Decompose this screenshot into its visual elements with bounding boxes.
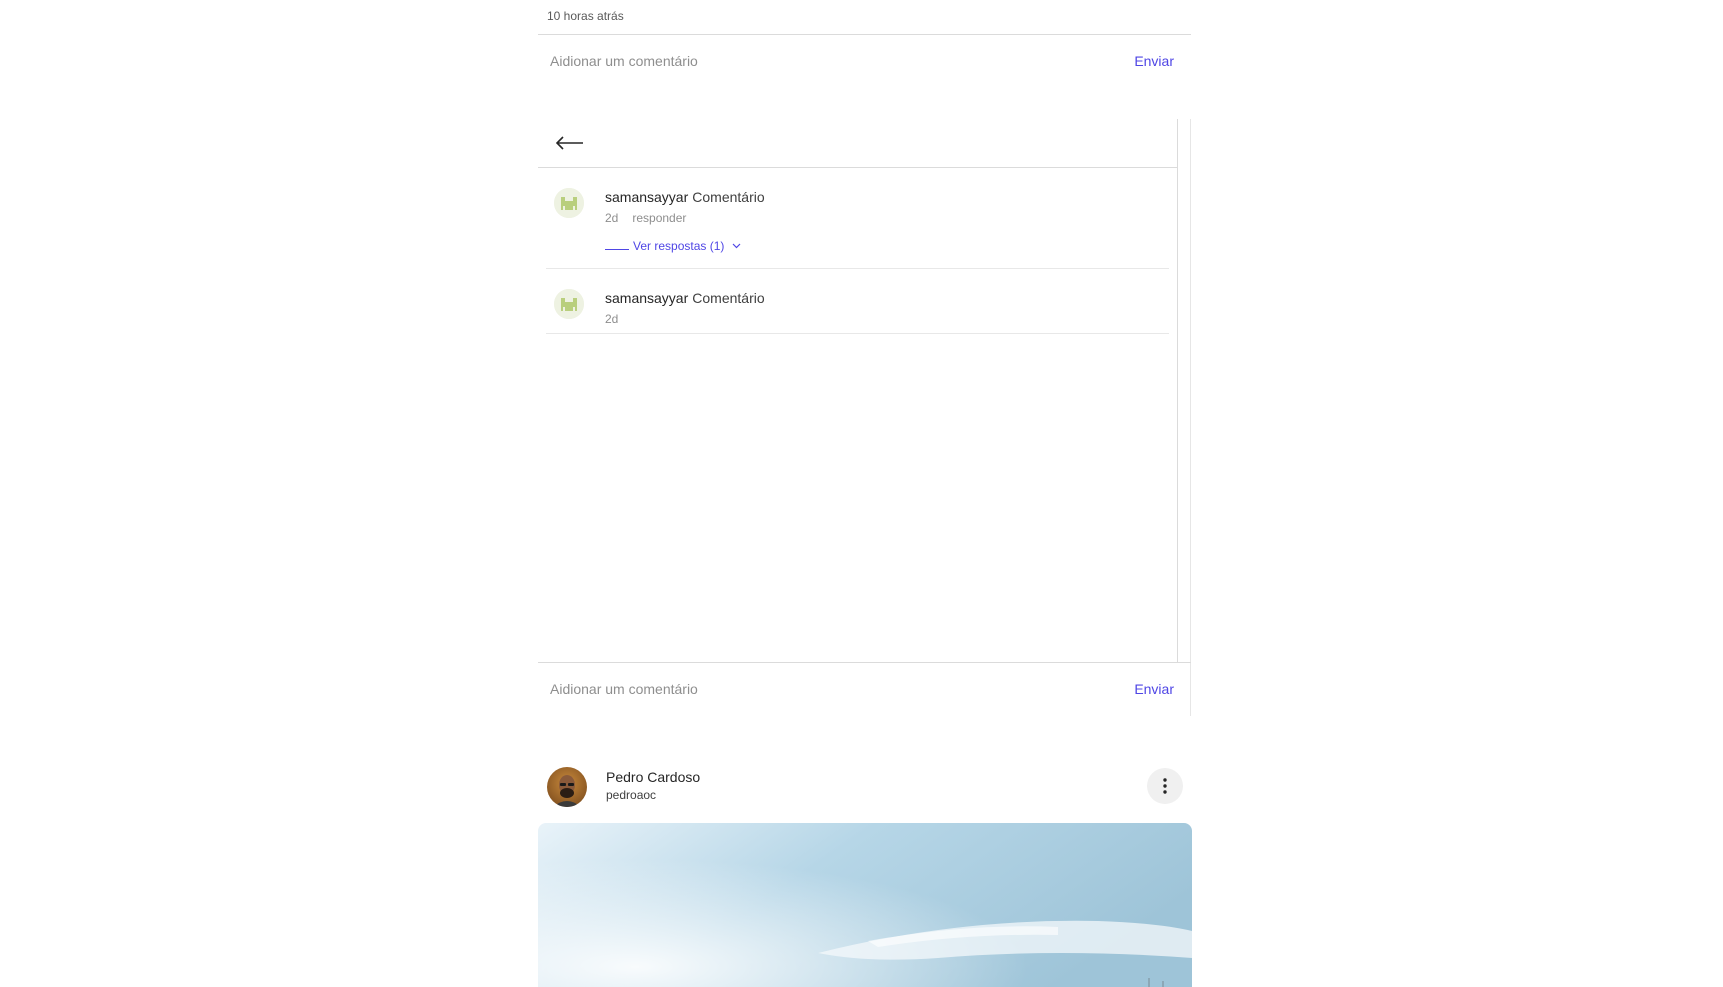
vertical-dots-icon xyxy=(1163,778,1167,794)
comments-list-container: samansayyar Comentário 2d responder Ver re… xyxy=(538,119,1178,662)
avatar[interactable] xyxy=(554,289,584,319)
comment-item: samansayyar Comentário 2d xyxy=(546,269,1169,334)
post-timestamp: 10 horas atrás xyxy=(547,9,624,23)
comment-username[interactable]: samansayyar xyxy=(605,290,688,306)
author-handle[interactable]: pedroaoc xyxy=(606,788,656,802)
comments-panel-header xyxy=(538,119,1177,168)
view-replies-button[interactable]: Ver respostas (1) xyxy=(605,239,741,253)
arrow-left-icon xyxy=(556,136,583,150)
comment-age: 2d xyxy=(605,312,619,326)
view-replies-label: Ver respostas (1) xyxy=(633,239,725,253)
more-options-button[interactable] xyxy=(1147,768,1183,804)
comment-input[interactable] xyxy=(550,680,1030,697)
feed: 10 horas atrás Enviar xyxy=(0,0,1723,987)
comments-panel: samansayyar Comentário 2d responder Ver re… xyxy=(538,119,1191,716)
send-button[interactable]: Enviar xyxy=(1134,53,1174,69)
add-comment-bar: Enviar xyxy=(538,34,1191,86)
comment-text: Comentário xyxy=(692,189,765,205)
comment-input[interactable] xyxy=(550,52,1030,69)
post-image[interactable] xyxy=(538,823,1192,987)
comment-age: 2d xyxy=(605,211,619,225)
divider-line xyxy=(605,248,629,250)
author-avatar[interactable] xyxy=(547,767,587,807)
comment-username[interactable]: samansayyar xyxy=(605,189,688,205)
send-button[interactable]: Enviar xyxy=(1134,681,1174,697)
comment-item: samansayyar Comentário 2d responder Ver re… xyxy=(546,168,1169,269)
comment-text: Comentário xyxy=(692,290,765,306)
add-comment-bar: Enviar xyxy=(538,662,1191,714)
back-button[interactable] xyxy=(556,131,586,155)
avatar[interactable] xyxy=(554,188,584,218)
post-header: Pedro Cardoso pedroaoc xyxy=(547,767,1183,809)
chevron-down-icon xyxy=(732,243,741,249)
reply-link[interactable]: responder xyxy=(632,211,686,225)
author-name[interactable]: Pedro Cardoso xyxy=(606,769,700,785)
